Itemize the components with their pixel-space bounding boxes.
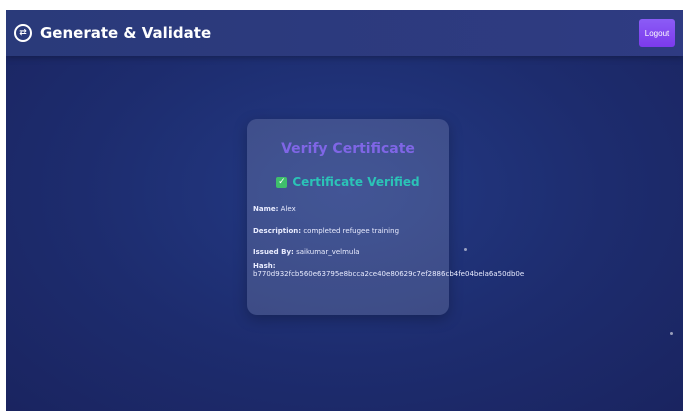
brand: ⇄ Generate & Validate: [14, 22, 211, 44]
top-navbar: ⇄ Generate & Validate Logout: [6, 10, 683, 56]
description-value: completed refugee training: [303, 227, 400, 235]
background-dot: [464, 248, 467, 251]
card-title: Verify Certificate: [281, 141, 415, 157]
hash-value: b770d932fcb560e63795e8bcca2ce40e80629c7e…: [253, 270, 525, 278]
app-viewport: ⇄ Generate & Validate Logout Verify Cert…: [6, 10, 683, 411]
background-dot: [670, 332, 673, 335]
logout-button[interactable]: Logout: [639, 19, 675, 47]
issued-by-label: Issued By:: [253, 248, 294, 256]
issued-by-value: saikumar_velmula: [296, 248, 360, 256]
description-label: Description:: [253, 227, 302, 235]
name-value: Alex: [280, 205, 296, 213]
issued-by-row: Issued By: saikumar_velmula: [253, 248, 360, 256]
app-title: Generate & Validate: [40, 24, 212, 42]
verified-status: ✓ Certificate Verified: [247, 175, 449, 189]
app-logo-icon: ⇄: [14, 24, 32, 42]
description-row: Description: completed refugee training: [253, 227, 399, 235]
name-row: Name: Alex: [253, 205, 296, 213]
name-label: Name:: [253, 205, 279, 213]
verify-certificate-card: Verify Certificate ✓ Certificate Verifie…: [247, 119, 524, 315]
verified-text: Certificate Verified: [292, 175, 420, 189]
checkmark-icon: ✓: [276, 176, 288, 188]
hash-label: Hash:: [253, 262, 276, 270]
